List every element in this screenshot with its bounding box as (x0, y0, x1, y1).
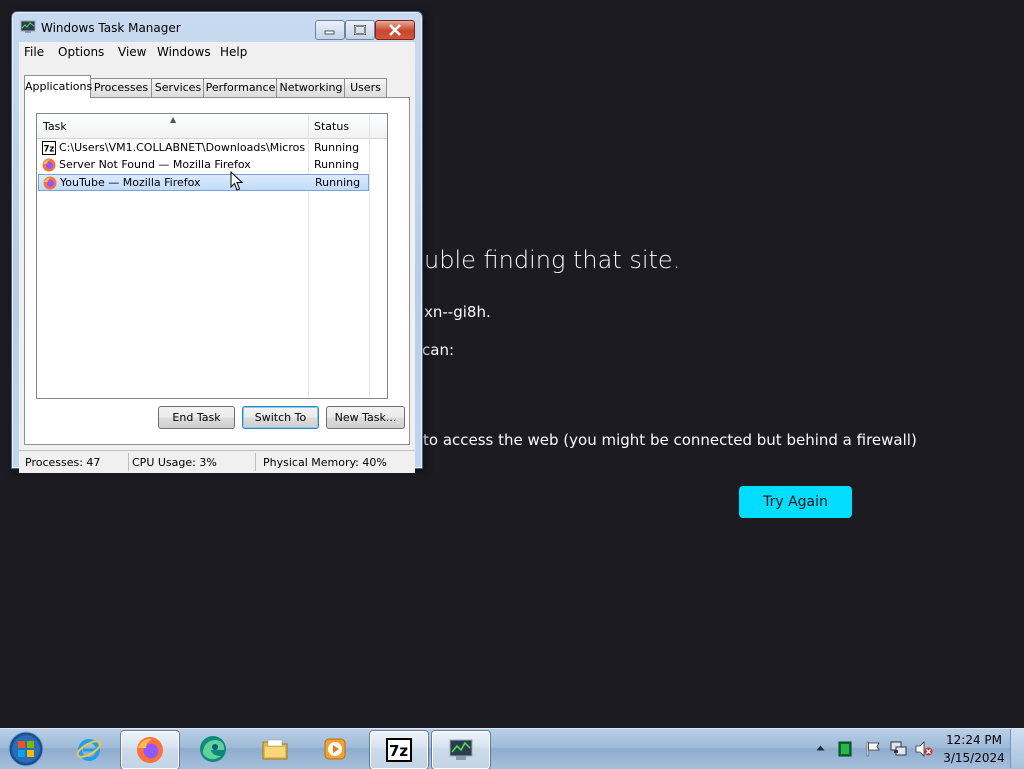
end-task-button[interactable]: End Task (158, 406, 235, 429)
menu-options[interactable]: Options (58, 45, 104, 59)
table-row-selected[interactable]: YouTube — Mozilla Firefox Running (38, 174, 369, 191)
menu-help[interactable]: Help (220, 45, 247, 59)
7zip-icon: 7z (42, 141, 56, 155)
task-manager-icon (449, 739, 473, 760)
list-header: ▲ Task Status (37, 114, 387, 139)
taskbar-firefox[interactable] (121, 731, 179, 769)
volume-muted-icon[interactable] (915, 741, 933, 757)
tab-services[interactable]: Services (151, 78, 205, 97)
start-orb-icon[interactable] (4, 730, 48, 768)
network-icon[interactable] (890, 741, 908, 757)
internet-explorer-icon (76, 739, 102, 761)
close-icon (389, 24, 401, 36)
file-explorer-icon (262, 739, 288, 760)
window-title: Windows Task Manager (41, 21, 181, 35)
column-divider[interactable] (369, 114, 370, 398)
column-header-status[interactable]: Status (314, 120, 349, 133)
hardware-tray-icon[interactable] (838, 741, 852, 757)
cpu-usage: CPU Usage: 3% (132, 456, 217, 469)
7zip-icon: 7z (386, 738, 412, 762)
mouse-cursor-icon (230, 171, 244, 191)
task-name: Server Not Found — Mozilla Firefox (59, 158, 251, 171)
media-player-icon (324, 738, 346, 760)
minimize-button[interactable] (315, 20, 345, 40)
maximize-icon (354, 25, 366, 35)
firefox-icon (137, 737, 163, 763)
tab-performance[interactable]: Performance (203, 78, 278, 97)
taskbar-internet-explorer[interactable] (61, 731, 117, 767)
switch-to-button[interactable]: Switch To (242, 406, 319, 429)
task-name: YouTube — Mozilla Firefox (60, 176, 201, 189)
clock-time[interactable]: 12:24 PM (940, 733, 1008, 747)
task-manager-icon (20, 20, 36, 33)
new-task-button[interactable]: New Task... (326, 406, 405, 429)
error-can-text: can: (422, 341, 454, 359)
show-desktop-button[interactable] (1010, 729, 1024, 768)
table-row[interactable]: 7z C:\Users\VM1.COLLABNET\Downloads\Micr… (38, 140, 368, 156)
task-status: Running (315, 176, 361, 189)
tab-users[interactable]: Users (344, 78, 387, 97)
edge-icon (200, 736, 226, 762)
status-divider (128, 453, 129, 471)
menu-file[interactable]: File (24, 45, 44, 59)
firefox-icon (42, 158, 56, 172)
close-button[interactable] (375, 20, 415, 40)
taskbar-edge[interactable] (185, 731, 241, 767)
taskbar-task-manager[interactable] (432, 731, 490, 769)
taskbar-media-player[interactable] (307, 731, 363, 767)
tab-networking[interactable]: Networking (276, 78, 346, 97)
status-bar: Processes: 47 CPU Usage: 3% Physical Mem… (19, 450, 415, 473)
window-client-area: Applications Processes Services Performa… (19, 62, 415, 473)
menu-view[interactable]: View (118, 45, 146, 59)
try-again-button[interactable]: Try Again (739, 486, 852, 518)
task-manager-window: Windows Task Manager File Options View W… (11, 11, 423, 473)
firefox-icon (43, 176, 57, 190)
sort-ascending-icon: ▲ (170, 115, 177, 124)
maximize-button[interactable] (345, 20, 375, 40)
title-bar[interactable]: Windows Task Manager (12, 12, 422, 42)
physical-memory: Physical Memory: 40% (263, 456, 387, 469)
action-center-flag-icon[interactable] (865, 741, 881, 757)
svg-text:7z: 7z (389, 742, 408, 760)
tab-processes[interactable]: Processes (89, 78, 153, 97)
error-firewall-text: to access the web (you might be connecte… (423, 431, 917, 449)
column-header-task[interactable]: Task (43, 120, 67, 133)
menu-windows[interactable]: Windows (157, 45, 211, 59)
status-divider (255, 453, 256, 471)
task-status: Running (314, 141, 360, 154)
clock-date[interactable]: 3/15/2024 (940, 751, 1008, 765)
task-name: C:\Users\VM1.COLLABNET\Downloads\Microso… (59, 141, 305, 154)
process-count: Processes: 47 (25, 456, 101, 469)
task-list[interactable]: ▲ Task Status 7z C:\Users\VM1.COLLABNET\… (36, 113, 388, 399)
show-hidden-icons-chevron-icon[interactable] (816, 744, 825, 752)
error-domain-text: xn--gi8h. (424, 303, 491, 321)
menu-bar: File Options View Windows Help (19, 42, 415, 62)
minimize-icon (324, 30, 335, 35)
taskbar-7zip[interactable]: 7z (370, 731, 428, 769)
tab-applications[interactable]: Applications (24, 75, 92, 98)
error-title: uble finding that site. (424, 246, 681, 274)
table-row[interactable]: Server Not Found — Mozilla Firefox Runni… (38, 157, 368, 173)
taskbar-file-explorer[interactable] (247, 731, 303, 767)
svg-text:7z: 7z (44, 145, 55, 155)
taskbar: 7z (0, 728, 1024, 769)
task-status: Running (314, 158, 360, 171)
